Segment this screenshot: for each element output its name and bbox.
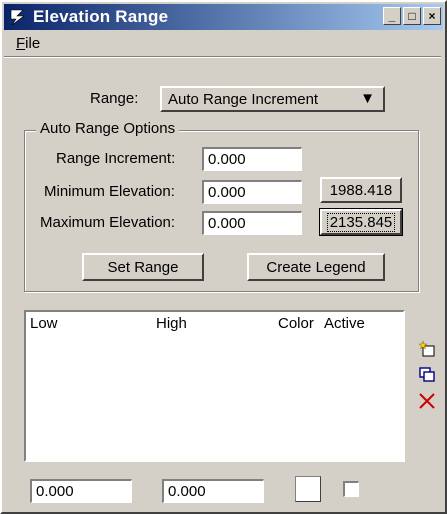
new-star-icon[interactable] <box>416 338 438 360</box>
minimum-elevation-button-label: 1988.418 <box>329 181 393 199</box>
maximum-elevation-button-label: 2135.845 <box>326 212 396 232</box>
window-title: Elevation Range <box>33 7 169 26</box>
high-value-input[interactable]: 0.000 <box>162 479 264 503</box>
range-select[interactable]: Auto Range Increment ▼ <box>160 86 385 112</box>
table-header: Low High Color Active <box>26 312 403 334</box>
title-bar[interactable]: Elevation Range _ □ × <box>4 4 443 30</box>
maximize-icon: □ <box>408 9 416 23</box>
column-high[interactable]: High <box>156 315 187 332</box>
range-increment-value: 0.000 <box>208 151 246 168</box>
copy-icon[interactable] <box>416 364 438 386</box>
close-icon: × <box>428 9 436 23</box>
menu-file-mnemonic: F <box>16 34 26 52</box>
minimize-icon: _ <box>388 9 396 23</box>
elevation-range-table[interactable]: Low High Color Active <box>24 310 405 462</box>
range-increment-label: Range Increment: <box>56 150 176 167</box>
delete-x-icon[interactable] <box>416 390 438 412</box>
menu-file-label: ile <box>25 34 41 52</box>
minimum-elevation-button[interactable]: 1988.418 <box>320 177 402 203</box>
set-range-button[interactable]: Set Range <box>82 253 204 281</box>
maximum-elevation-label: Maximum Elevation: <box>40 214 176 231</box>
maximum-elevation-value: 0.000 <box>208 215 246 232</box>
column-low[interactable]: Low <box>30 315 58 332</box>
column-color[interactable]: Color <box>278 315 314 332</box>
minimize-button[interactable]: _ <box>383 7 401 25</box>
maximum-elevation-input[interactable]: 0.000 <box>202 211 302 235</box>
close-button[interactable]: × <box>423 7 441 25</box>
elevation-range-window: Elevation Range _ □ × File Range: Auto R… <box>0 0 447 514</box>
bentley-b-icon <box>7 6 29 28</box>
set-range-label: Set Range <box>107 258 179 276</box>
auto-range-options-legend: Auto Range Options <box>36 120 180 137</box>
menu-bar: File <box>6 32 50 54</box>
minimum-elevation-value: 0.000 <box>208 184 246 201</box>
minimum-elevation-input[interactable]: 0.000 <box>202 180 302 204</box>
create-legend-label: Create Legend <box>266 258 366 276</box>
low-value-input[interactable]: 0.000 <box>30 479 132 503</box>
minimum-elevation-label: Minimum Elevation: <box>44 183 175 200</box>
menu-separator <box>4 56 441 58</box>
column-active[interactable]: Active <box>324 315 365 332</box>
color-swatch-button[interactable] <box>295 476 321 502</box>
menu-file[interactable]: File <box>6 35 50 52</box>
create-legend-button[interactable]: Create Legend <box>247 253 385 281</box>
range-select-value: Auto Range Increment <box>168 90 319 108</box>
maximum-elevation-button[interactable]: 2135.845 <box>319 208 403 236</box>
range-label: Range: <box>90 90 139 107</box>
low-value: 0.000 <box>36 483 74 500</box>
range-increment-input[interactable]: 0.000 <box>202 147 302 171</box>
active-checkbox[interactable] <box>343 481 359 497</box>
dropdown-arrow-icon[interactable]: ▼ <box>360 90 375 107</box>
high-value: 0.000 <box>168 483 206 500</box>
maximize-button[interactable]: □ <box>403 7 421 25</box>
